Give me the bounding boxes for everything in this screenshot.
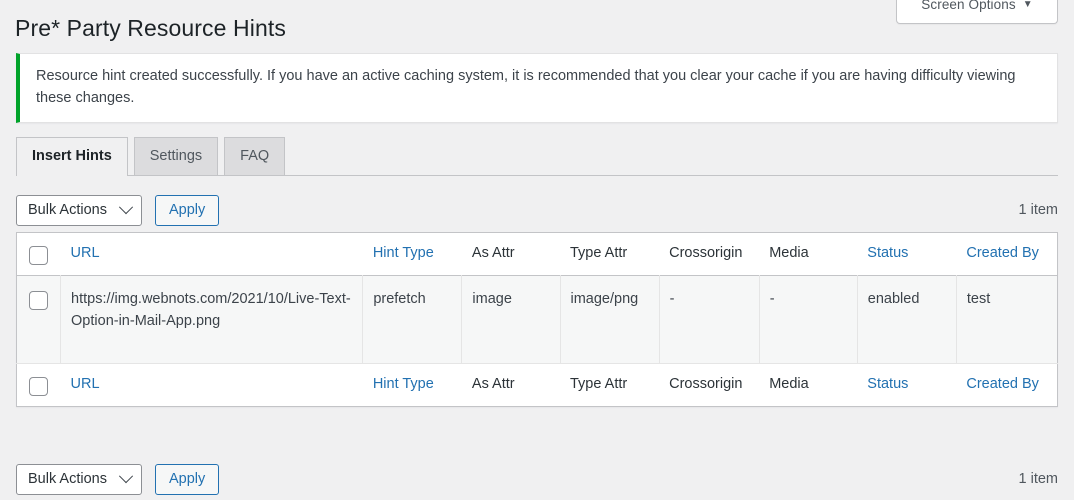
cell-status: enabled <box>857 276 956 364</box>
tablenav-bottom: Bulk Actions Apply 1 item <box>16 463 1058 495</box>
apply-label-top: Apply <box>169 202 205 218</box>
table-foot: URL Hint Type As Attr Type Attr Crossori… <box>17 364 1058 407</box>
screen-options-button[interactable]: Screen Options ▼ <box>896 0 1058 24</box>
column-header-created-by[interactable]: Created By <box>956 233 1057 276</box>
footer-column-as-attr: As Attr <box>462 364 560 407</box>
table-body: https://img.webnots.com/2021/10/Live-Tex… <box>17 276 1058 364</box>
footer-column-as-attr-label: As Attr <box>472 376 515 392</box>
bulk-actions-select-top[interactable]: Bulk Actions <box>16 195 142 226</box>
chevron-down-icon: ▼ <box>1023 0 1033 10</box>
select-all-header <box>17 233 61 276</box>
tablenav-top: Bulk Actions Apply 1 item <box>16 194 1058 226</box>
resource-hints-table: URL Hint Type As Attr Type Attr Crossori… <box>16 232 1058 407</box>
select-all-footer <box>17 364 61 407</box>
column-header-status-label: Status <box>867 245 908 261</box>
cell-hint-type: prefetch <box>363 276 462 364</box>
column-header-hint-type[interactable]: Hint Type <box>363 233 462 276</box>
cell-crossorigin: - <box>659 276 759 364</box>
footer-column-crossorigin-label: Crossorigin <box>669 376 742 392</box>
item-count-top: 1 item <box>1019 202 1059 218</box>
bulk-actions-select-bottom[interactable]: Bulk Actions <box>16 464 142 495</box>
success-notice: Resource hint created successfully. If y… <box>16 53 1058 123</box>
column-header-status[interactable]: Status <box>857 233 956 276</box>
footer-column-type-attr: Type Attr <box>560 364 659 407</box>
column-header-url[interactable]: URL <box>61 233 363 276</box>
footer-column-hint-type-label: Hint Type <box>373 376 434 392</box>
cell-as-attr: image <box>462 276 560 364</box>
row-checkbox[interactable] <box>29 291 48 310</box>
footer-column-status[interactable]: Status <box>857 364 956 407</box>
column-header-crossorigin: Crossorigin <box>659 233 759 276</box>
cell-type-attr: image/png <box>560 276 659 364</box>
screen-options-label: Screen Options <box>921 0 1015 12</box>
column-header-media-label: Media <box>769 245 809 261</box>
tab-bar: Insert Hints Settings FAQ <box>16 138 1058 176</box>
column-header-as-attr-label: As Attr <box>472 245 515 261</box>
apply-label-bottom: Apply <box>169 471 205 487</box>
tab-settings[interactable]: Settings <box>134 137 218 175</box>
footer-column-crossorigin: Crossorigin <box>659 364 759 407</box>
select-all-checkbox-top[interactable] <box>29 246 48 265</box>
table-footer-row: URL Hint Type As Attr Type Attr Crossori… <box>17 364 1058 407</box>
table-head: URL Hint Type As Attr Type Attr Crossori… <box>17 233 1058 276</box>
tab-faq-label: FAQ <box>240 149 269 164</box>
column-header-as-attr: As Attr <box>462 233 560 276</box>
column-header-hint-type-label: Hint Type <box>373 245 434 261</box>
footer-column-status-label: Status <box>867 376 908 392</box>
table-header-row: URL Hint Type As Attr Type Attr Crossori… <box>17 233 1058 276</box>
footer-column-url-label: URL <box>71 376 100 392</box>
footer-column-url[interactable]: URL <box>61 364 363 407</box>
footer-column-hint-type[interactable]: Hint Type <box>363 364 462 407</box>
chevron-down-icon <box>119 469 133 483</box>
table-row: https://img.webnots.com/2021/10/Live-Tex… <box>17 276 1058 364</box>
notice-message: Resource hint created successfully. If y… <box>36 65 1043 110</box>
column-header-created-by-label: Created By <box>966 245 1039 261</box>
bulk-actions-label-bottom: Bulk Actions <box>28 471 107 487</box>
tab-settings-label: Settings <box>150 149 202 164</box>
column-header-type-attr: Type Attr <box>560 233 659 276</box>
tab-insert-hints-label: Insert Hints <box>32 149 112 164</box>
select-all-checkbox-bottom[interactable] <box>29 377 48 396</box>
apply-button-top[interactable]: Apply <box>155 195 219 226</box>
column-header-crossorigin-label: Crossorigin <box>669 245 742 261</box>
footer-column-media: Media <box>759 364 857 407</box>
page-title: Pre* Party Resource Hints <box>15 14 286 44</box>
bulk-actions-label-top: Bulk Actions <box>28 202 107 218</box>
footer-column-created-by[interactable]: Created By <box>956 364 1057 407</box>
row-select-cell <box>17 276 61 364</box>
column-header-type-attr-label: Type Attr <box>570 245 627 261</box>
cell-created-by: test <box>956 276 1057 364</box>
footer-column-created-by-label: Created By <box>966 376 1039 392</box>
column-header-media: Media <box>759 233 857 276</box>
cell-media: - <box>759 276 857 364</box>
cell-url: https://img.webnots.com/2021/10/Live-Tex… <box>61 276 363 364</box>
tab-insert-hints[interactable]: Insert Hints <box>16 137 128 175</box>
chevron-down-icon <box>119 200 133 214</box>
footer-column-type-attr-label: Type Attr <box>570 376 627 392</box>
tab-faq[interactable]: FAQ <box>224 137 285 175</box>
footer-column-media-label: Media <box>769 376 809 392</box>
column-header-url-label: URL <box>71 245 100 261</box>
item-count-bottom: 1 item <box>1019 471 1059 487</box>
apply-button-bottom[interactable]: Apply <box>155 464 219 495</box>
